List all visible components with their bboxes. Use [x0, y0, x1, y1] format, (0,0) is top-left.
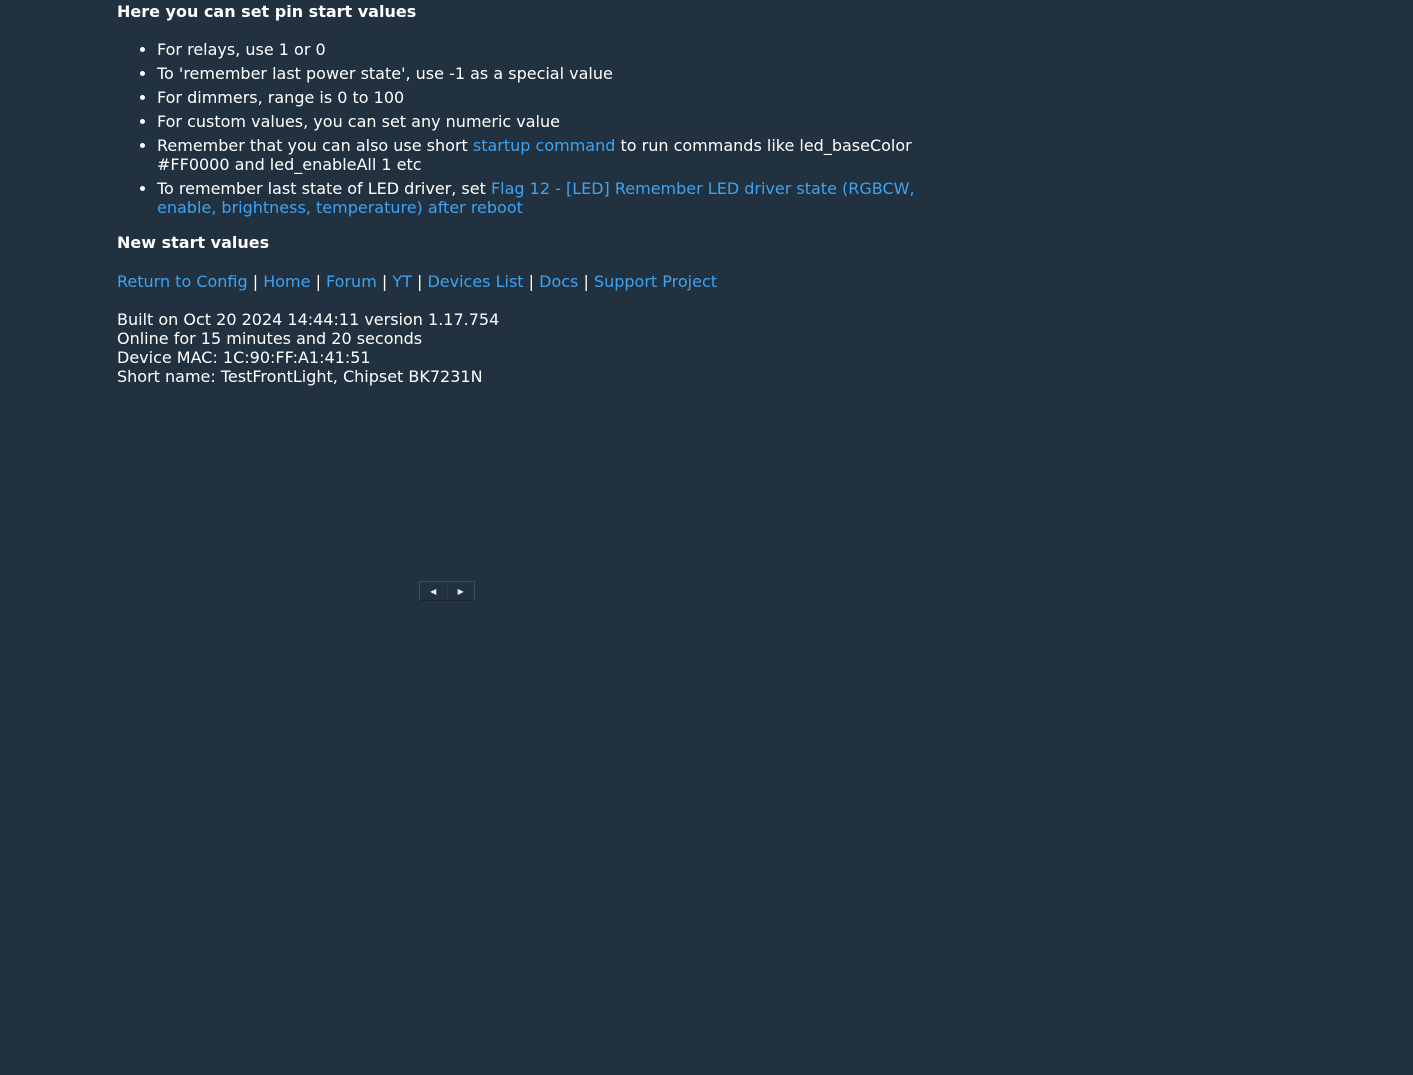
tip-startup-prefix: Remember that you can also use short — [157, 136, 473, 155]
yt-link[interactable]: YT — [392, 272, 412, 291]
devices-list-link[interactable]: Devices List — [427, 272, 523, 291]
support-project-link[interactable]: Support Project — [594, 272, 717, 291]
nav-separator: | — [310, 272, 327, 291]
device-info: Built on Oct 20 2024 14:44:11 version 1.… — [117, 310, 937, 386]
main-content: Here you can set pin start values For re… — [117, 0, 937, 386]
scroll-left-icon[interactable]: ◀ — [420, 582, 447, 600]
nav-separator: | — [578, 272, 594, 291]
forum-link[interactable]: Forum — [326, 272, 377, 291]
uptime-info: Online for 15 minutes and 20 seconds — [117, 329, 423, 348]
tip-dimmers: For dimmers, range is 0 to 100 — [157, 88, 937, 107]
scroll-right-icon[interactable]: ▶ — [446, 582, 475, 600]
footer-nav: Return to Config | Home | Forum | YT | D… — [117, 272, 937, 291]
tips-list: For relays, use 1 or 0 To 'remember last… — [117, 40, 937, 217]
tip-led-driver-state: To remember last state of LED driver, se… — [157, 179, 937, 217]
tip-led-prefix: To remember last state of LED driver, se… — [157, 179, 491, 198]
startup-command-link[interactable]: startup command — [473, 136, 616, 155]
nav-separator: | — [247, 272, 264, 291]
mac-info: Device MAC: 1C:90:FF:A1:41:51 — [117, 348, 371, 367]
scroll-arrows: ◀ ▶ — [419, 581, 475, 601]
new-start-values-heading: New start values — [117, 233, 270, 252]
tip-custom-values: For custom values, you can set any numer… — [157, 112, 937, 131]
return-to-config-link[interactable]: Return to Config — [117, 272, 248, 291]
build-info: Built on Oct 20 2024 14:44:11 version 1.… — [117, 310, 500, 329]
nav-separator: | — [411, 272, 428, 291]
home-link[interactable]: Home — [263, 272, 310, 291]
short-name-info: Short name: TestFrontLight, Chipset BK72… — [117, 367, 483, 386]
docs-link[interactable]: Docs — [539, 272, 578, 291]
page: Here you can set pin start values For re… — [0, 0, 1413, 1075]
nav-separator: | — [523, 272, 540, 291]
tip-startup-command: Remember that you can also use short sta… — [157, 136, 937, 174]
pin-start-values-heading: Here you can set pin start values — [117, 2, 417, 21]
nav-separator: | — [376, 272, 393, 291]
tip-relays: For relays, use 1 or 0 — [157, 40, 937, 59]
tip-remember-power-state: To 'remember last power state', use -1 a… — [157, 64, 937, 83]
